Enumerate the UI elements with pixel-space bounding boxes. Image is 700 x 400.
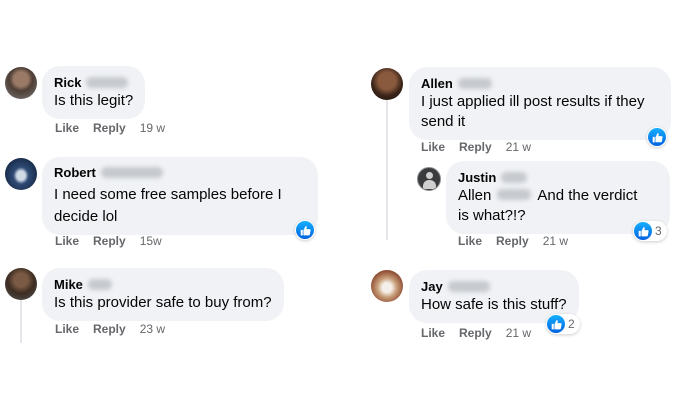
timestamp[interactable]: 21 w: [506, 325, 531, 341]
comment-bubble: Rick Is this legit?: [42, 66, 146, 119]
reply-button[interactable]: Reply: [93, 233, 126, 249]
reaction-count: 2: [568, 317, 575, 331]
avatar[interactable]: [371, 68, 403, 100]
commenter-name[interactable]: Robert: [54, 164, 96, 181]
comment-text-line: is what?!?: [458, 207, 526, 224]
like-icon: [296, 221, 314, 239]
comment-actions: Like Reply 23 w: [55, 321, 165, 337]
comment-text: And the verdict: [537, 187, 638, 204]
comment-bubble: Allen I just applied ill post results if…: [409, 67, 671, 140]
comment-actions: Like Reply 19 w: [55, 120, 165, 136]
comment-bubble: Robert I need some free samples before I…: [42, 157, 318, 235]
reaction-badge[interactable]: 2: [546, 314, 580, 334]
redacted-surname: [100, 167, 163, 178]
redacted-surname: [447, 281, 490, 292]
like-button[interactable]: Like: [458, 233, 482, 249]
comment-actions: Like Reply 21 w: [421, 325, 531, 341]
comment-actions: Like Reply 21 w: [458, 233, 568, 249]
comment-actions: Like Reply 15w: [55, 233, 162, 249]
like-button[interactable]: Like: [55, 233, 79, 249]
timestamp[interactable]: 15w: [140, 233, 162, 249]
comment-text: Is this provider safe to buy from?: [54, 294, 272, 311]
like-button[interactable]: Like: [421, 325, 445, 341]
mention-link[interactable]: Allen: [458, 187, 491, 204]
thread-line: [386, 100, 388, 240]
thread-line: [20, 298, 22, 343]
timestamp[interactable]: 21 w: [543, 233, 568, 249]
reply-button[interactable]: Reply: [496, 233, 529, 249]
like-button[interactable]: Like: [55, 120, 79, 136]
reaction-badge[interactable]: 3: [633, 221, 667, 241]
like-button[interactable]: Like: [55, 321, 79, 337]
timestamp[interactable]: 23 w: [140, 321, 165, 337]
redacted-surname: [501, 172, 528, 183]
comment-text: Is this legit?: [54, 92, 134, 109]
comment-text-line: Allen And the verdict: [458, 186, 658, 206]
commenter-name[interactable]: Rick: [54, 74, 81, 91]
avatar[interactable]: [5, 158, 37, 190]
comment-text-line: decide lol: [54, 208, 118, 225]
redacted-surname: [497, 189, 532, 200]
like-icon: [634, 222, 652, 240]
like-button[interactable]: Like: [421, 139, 445, 155]
comment-text-line: send it: [421, 113, 466, 130]
timestamp[interactable]: 21 w: [506, 139, 531, 155]
comment-text: How safe is this stuff?: [421, 296, 567, 313]
reaction-badge[interactable]: [295, 220, 315, 240]
redacted-surname: [457, 78, 492, 89]
avatar[interactable]: [5, 67, 37, 99]
commenter-name[interactable]: Allen: [421, 75, 453, 92]
avatar[interactable]: [5, 268, 37, 300]
reply-button[interactable]: Reply: [93, 120, 126, 136]
reaction-count: 3: [655, 224, 662, 238]
comment-bubble: Mike Is this provider safe to buy from?: [42, 268, 284, 321]
comment-text-line: I just applied ill post results if they: [421, 93, 645, 110]
like-icon: [648, 128, 666, 146]
commenter-name[interactable]: Justin: [458, 169, 496, 186]
redacted-surname: [86, 77, 129, 88]
commenter-name[interactable]: Jay: [421, 278, 443, 295]
commenter-name[interactable]: Mike: [54, 276, 83, 293]
like-icon: [547, 315, 565, 333]
reply-button[interactable]: Reply: [459, 139, 492, 155]
reply-button[interactable]: Reply: [93, 321, 126, 337]
avatar[interactable]: [371, 270, 403, 302]
comment-text-line: I need some free samples before I: [54, 186, 282, 203]
reply-button[interactable]: Reply: [459, 325, 492, 341]
avatar[interactable]: [417, 167, 441, 191]
timestamp[interactable]: 19 w: [140, 120, 165, 136]
comment-actions: Like Reply 21 w: [421, 139, 531, 155]
reaction-badge[interactable]: [647, 127, 667, 147]
redacted-surname: [87, 279, 112, 290]
